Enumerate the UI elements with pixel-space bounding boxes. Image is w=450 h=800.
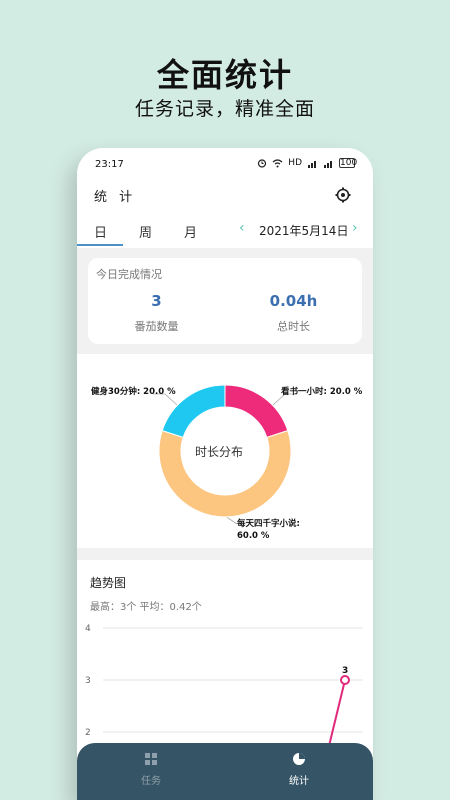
nav-tasks-label: 任务 [141, 776, 161, 787]
current-date: 2021年5月14日 [259, 224, 349, 238]
page-title: 统 计 [94, 190, 137, 205]
status-bar: 23:17 HD 100 [77, 148, 373, 182]
pie-chart-icon [293, 753, 305, 765]
trend-stats: 最高：3个 平均：0.42个 [90, 602, 202, 613]
hd-icon: HD [288, 158, 302, 168]
battery-icon: 100 [339, 158, 358, 168]
nav-stats[interactable]: 统计 [225, 743, 373, 800]
y-tick-label: 3 [85, 676, 91, 686]
bottom-nav: 任务 统计 [77, 743, 373, 800]
trend-point [340, 675, 350, 685]
signal-icon [308, 160, 316, 168]
trend-title: 趋势图 [90, 576, 127, 590]
slice-label-novel-name: 每天四千字小说: [237, 519, 300, 529]
donut-slice-0 [224, 384, 289, 439]
app-bar: 统 计 [77, 182, 373, 222]
tab-month[interactable]: 月 [184, 222, 197, 241]
nav-tasks[interactable]: 任务 [77, 743, 225, 800]
slice-label-novel: 每天四千字小说: 60.0 % [237, 518, 327, 542]
chevron-right-icon[interactable]: › [352, 220, 358, 236]
trend-line [328, 679, 346, 747]
active-tab-indicator [77, 244, 123, 246]
slice-label-reading: 看书一小时: 20.0 % [281, 387, 363, 397]
summary-title: 今日完成情况 [96, 268, 162, 281]
chevron-left-icon[interactable]: ‹ [239, 220, 245, 236]
alarm-icon [258, 159, 267, 168]
signal-icon [324, 160, 332, 168]
nav-stats-label: 统计 [289, 776, 309, 787]
promo-title: 全面统计 [156, 56, 293, 94]
total-duration-label: 总时长 [277, 320, 310, 333]
status-time: 23:17 [95, 159, 124, 170]
pomodoro-count-label: 番茄数量 [134, 320, 179, 333]
wifi-icon [272, 158, 283, 167]
trend-point-label: 3 [342, 666, 348, 676]
period-tabs: 日 周 月 ‹ 2021年5月14日 › [77, 218, 373, 248]
gear-icon[interactable] [335, 187, 351, 203]
grid-icon [145, 753, 157, 765]
slice-label-fitness: 健身30分钟: 20.0 % [91, 387, 176, 397]
pomodoro-count: 3 [151, 292, 162, 310]
duration-distribution: 健身30分钟: 20.0 % 看书一小时: 20.0 % 每天四千字小说: 60… [77, 354, 373, 548]
y-tick-label: 4 [85, 624, 91, 634]
total-duration: 0.04h [269, 292, 318, 310]
tab-day[interactable]: 日 [94, 222, 107, 241]
status-icons: HD 100 [257, 158, 358, 168]
y-tick-label: 2 [85, 728, 91, 738]
donut-center-label: 时长分布 [195, 445, 244, 459]
tab-week[interactable]: 周 [139, 222, 152, 241]
summary-card: 今日完成情况 3 番茄数量 0.04h 总时长 [88, 258, 362, 344]
promo-subtitle: 任务记录，精准全面 [134, 98, 315, 120]
phone-screen: 23:17 HD 100 统 计 日 周 月 ‹ 2021年5月14日 › 今日… [77, 148, 373, 800]
section-divider [77, 548, 373, 560]
slice-label-novel-percent: 60.0 % [237, 531, 270, 541]
